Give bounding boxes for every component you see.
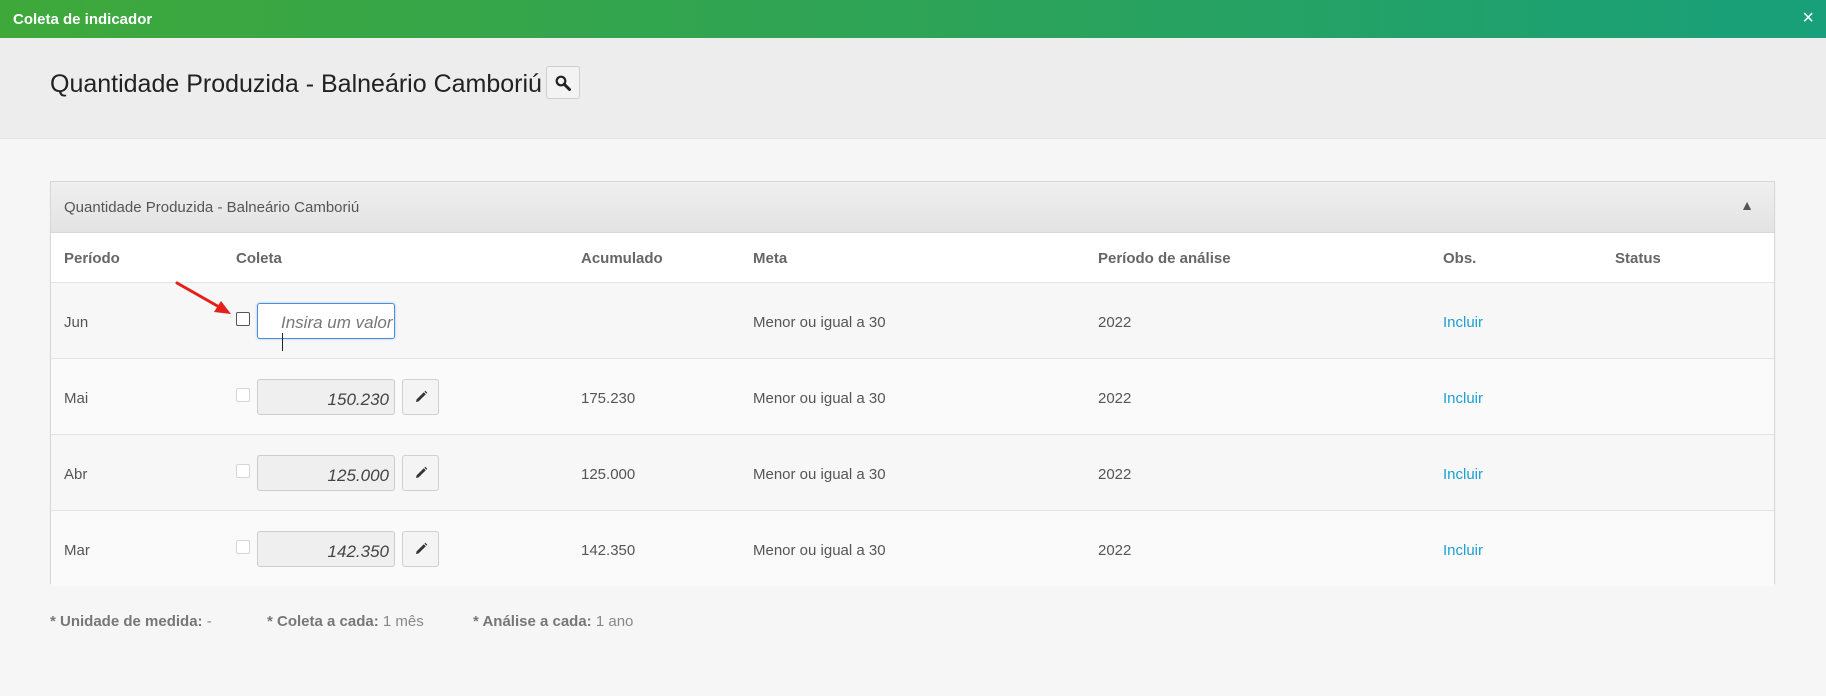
col-header-acumulado: Acumulado — [581, 250, 663, 267]
cell-periodo: Mai — [64, 390, 89, 407]
col-header-status: Status — [1615, 250, 1661, 267]
cell-acumulado: 142.350 — [581, 542, 636, 559]
cell-acumulado: 125.000 — [581, 466, 636, 483]
window-title-bar: Coleta de indicador × — [0, 0, 1826, 38]
table-row: Mai 150.230 175.230 Menor ou igual a 30 … — [51, 359, 1774, 435]
cell-periodo: Abr — [64, 466, 88, 483]
footer-coleta: * Coleta a cada: 1 mês — [267, 613, 424, 630]
col-header-meta: Meta — [753, 250, 788, 267]
incluir-obs-link[interactable]: Incluir — [1443, 542, 1483, 559]
analise-frequency-value: 1 ano — [595, 613, 634, 630]
search-icon — [555, 75, 571, 91]
window-title: Coleta de indicador — [13, 11, 153, 28]
cell-meta: Menor ou igual a 30 — [753, 390, 886, 407]
row-checkbox[interactable] — [236, 540, 250, 554]
coleta-value: 142.350 — [257, 531, 395, 567]
pencil-icon — [415, 466, 427, 478]
unidade-value: - — [206, 613, 212, 630]
edit-button[interactable] — [402, 531, 439, 567]
collapse-icon[interactable]: ▲ — [1740, 197, 1754, 213]
cell-meta: Menor ou igual a 30 — [753, 314, 886, 331]
text-caret — [282, 333, 283, 351]
row-checkbox[interactable] — [236, 464, 250, 478]
cell-meta: Menor ou igual a 30 — [753, 542, 886, 559]
cell-meta: Menor ou igual a 30 — [753, 466, 886, 483]
cell-periodo-analise: 2022 — [1098, 542, 1132, 559]
incluir-obs-link[interactable]: Incluir — [1443, 314, 1483, 331]
panel-title: Quantidade Produzida - Balneário Cambori… — [64, 199, 360, 216]
analise-frequency-label: * Análise a cada: — [473, 613, 592, 630]
table-row: Abr 125.000 125.000 Menor ou igual a 30 … — [51, 435, 1774, 511]
row-checkbox[interactable] — [236, 312, 250, 326]
cell-acumulado: 175.230 — [581, 390, 636, 407]
cell-periodo: Jun — [64, 314, 89, 331]
coleta-frequency-label: * Coleta a cada: — [267, 613, 379, 630]
coleta-value: 150.230 — [257, 379, 395, 415]
red-arrow-icon — [175, 281, 231, 314]
cell-periodo-analise: 2022 — [1098, 390, 1132, 407]
pencil-icon — [415, 390, 427, 402]
coleta-input[interactable]: Insira um valor — [257, 303, 395, 351]
cell-periodo-analise: 2022 — [1098, 314, 1132, 331]
col-header-periodo: Período — [64, 250, 120, 267]
incluir-obs-link[interactable]: Incluir — [1443, 390, 1483, 407]
unidade-label: * Unidade de medida: — [50, 613, 203, 630]
footer-unidade: * Unidade de medida: - — [50, 613, 212, 630]
close-icon[interactable]: × — [1802, 8, 1814, 28]
edit-button[interactable] — [402, 379, 439, 415]
pencil-icon — [415, 542, 427, 554]
edit-button[interactable] — [402, 455, 439, 491]
incluir-obs-link[interactable]: Incluir — [1443, 466, 1483, 483]
table-row: Mar 142.350 142.350 Menor ou igual a 30 … — [51, 511, 1774, 586]
col-header-periodo-analise: Período de análise — [1098, 250, 1231, 267]
coleta-placeholder: Insira um valor — [281, 313, 393, 332]
coleta-value: 125.000 — [257, 455, 395, 491]
search-button[interactable] — [546, 66, 580, 99]
indicator-panel: Quantidade Produzida - Balneário Cambori… — [50, 181, 1775, 586]
coleta-frequency-value: 1 mês — [382, 613, 424, 630]
cell-periodo: Mar — [64, 542, 90, 559]
col-header-obs: Obs. — [1443, 250, 1477, 267]
footer-analise: * Análise a cada: 1 ano — [473, 613, 633, 630]
table-row: Jun Insira um valor Menor ou igual a 30 … — [51, 283, 1774, 359]
page-header: Quantidade Produzida - Balneário Cambori… — [0, 38, 1826, 139]
panel-header: Quantidade Produzida - Balneário Cambori… — [51, 182, 1774, 233]
row-checkbox[interactable] — [236, 388, 250, 402]
col-header-coleta: Coleta — [236, 250, 282, 267]
cell-periodo-analise: 2022 — [1098, 466, 1132, 483]
page-title: Quantidade Produzida - Balneário Cambori… — [50, 70, 542, 98]
